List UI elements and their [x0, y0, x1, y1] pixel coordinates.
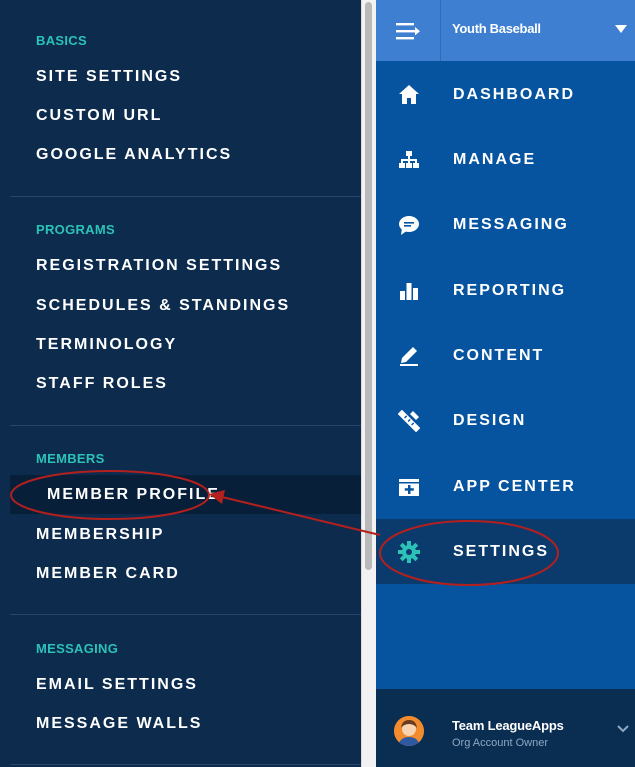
section-header-messaging: MESSAGING: [36, 641, 119, 656]
submenu-item-member-profile[interactable]: MEMBER PROFILE: [10, 475, 361, 514]
user-role: Org Account Owner: [452, 737, 548, 749]
home-icon: [398, 84, 420, 106]
submenu-item-staff-roles[interactable]: STAFF ROLES: [10, 364, 361, 403]
settings-submenu: BASICS SITE SETTINGS CUSTOM URL GOOGLE A…: [0, 0, 361, 767]
nav-label: MANAGE: [453, 151, 537, 168]
section-divider: [10, 614, 361, 615]
nav-item-dashboard[interactable]: DASHBOARD: [376, 62, 635, 127]
user-account-menu[interactable]: Team LeagueApps Org Account Owner: [376, 689, 635, 767]
avatar: [394, 716, 424, 746]
nav-label: REPORTING: [453, 282, 567, 299]
nav-item-messaging[interactable]: MESSAGING: [376, 192, 635, 257]
caret-down-icon: [615, 25, 627, 33]
section-header-programs: PROGRAMS: [36, 222, 115, 237]
gear-icon: [398, 541, 420, 563]
submenu-item-custom-url[interactable]: CUSTOM URL: [10, 96, 361, 135]
submenu-item-terminology[interactable]: TERMINOLOGY: [10, 325, 361, 364]
section-header-basics: BASICS: [36, 33, 87, 48]
submenu-item-schedules-standings[interactable]: SCHEDULES & STANDINGS: [10, 286, 361, 325]
nav-item-content[interactable]: CONTENT: [376, 323, 635, 388]
nav-label: MESSAGING: [453, 216, 569, 233]
org-name: Youth Baseball: [452, 21, 541, 36]
submenu-item-message-walls[interactable]: MESSAGE WALLS: [10, 704, 361, 743]
org-chart-icon: [398, 149, 420, 171]
nav-item-manage[interactable]: MANAGE: [376, 127, 635, 192]
nav-item-app-center[interactable]: APP CENTER: [376, 454, 635, 519]
nav-item-settings[interactable]: SETTINGS: [376, 519, 635, 584]
submenu-item-registration-settings[interactable]: REGISTRATION SETTINGS: [10, 246, 361, 285]
nav-label: SETTINGS: [453, 543, 550, 560]
collapse-menu-button[interactable]: [376, 0, 441, 61]
nav-label: CONTENT: [453, 347, 545, 364]
section-header-members: MEMBERS: [36, 451, 105, 466]
chevron-down-icon: [617, 725, 629, 733]
section-divider: [10, 196, 361, 197]
pencil-icon: [398, 345, 420, 367]
submenu-item-member-card[interactable]: MEMBER CARD: [10, 554, 361, 593]
nav-item-reporting[interactable]: REPORTING: [376, 258, 635, 323]
section-divider: [10, 425, 361, 426]
user-name: Team LeagueApps: [452, 718, 564, 733]
app-add-icon: [398, 476, 420, 498]
nav-label: APP CENTER: [453, 478, 576, 495]
submenu-item-membership[interactable]: MEMBERSHIP: [10, 515, 361, 554]
bar-chart-icon: [398, 280, 420, 302]
menu-collapse-icon: [396, 22, 420, 39]
submenu-item-email-settings[interactable]: EMAIL SETTINGS: [10, 665, 361, 704]
design-tools-icon: [398, 410, 420, 432]
nav-item-design[interactable]: DESIGN: [376, 388, 635, 453]
chat-bubble-icon: [398, 214, 420, 236]
section-divider: [10, 764, 361, 765]
submenu-item-google-analytics[interactable]: GOOGLE ANALYTICS: [10, 135, 361, 174]
main-nav: Youth Baseball DASHBOARD MANAGE MESSAGIN…: [376, 0, 635, 767]
org-selector[interactable]: Youth Baseball: [441, 0, 635, 61]
scrollbar-thumb[interactable]: [365, 2, 372, 570]
submenu-item-site-settings[interactable]: SITE SETTINGS: [10, 57, 361, 96]
nav-label: DASHBOARD: [453, 86, 575, 103]
nav-header: Youth Baseball: [376, 0, 635, 61]
nav-label: DESIGN: [453, 412, 527, 429]
